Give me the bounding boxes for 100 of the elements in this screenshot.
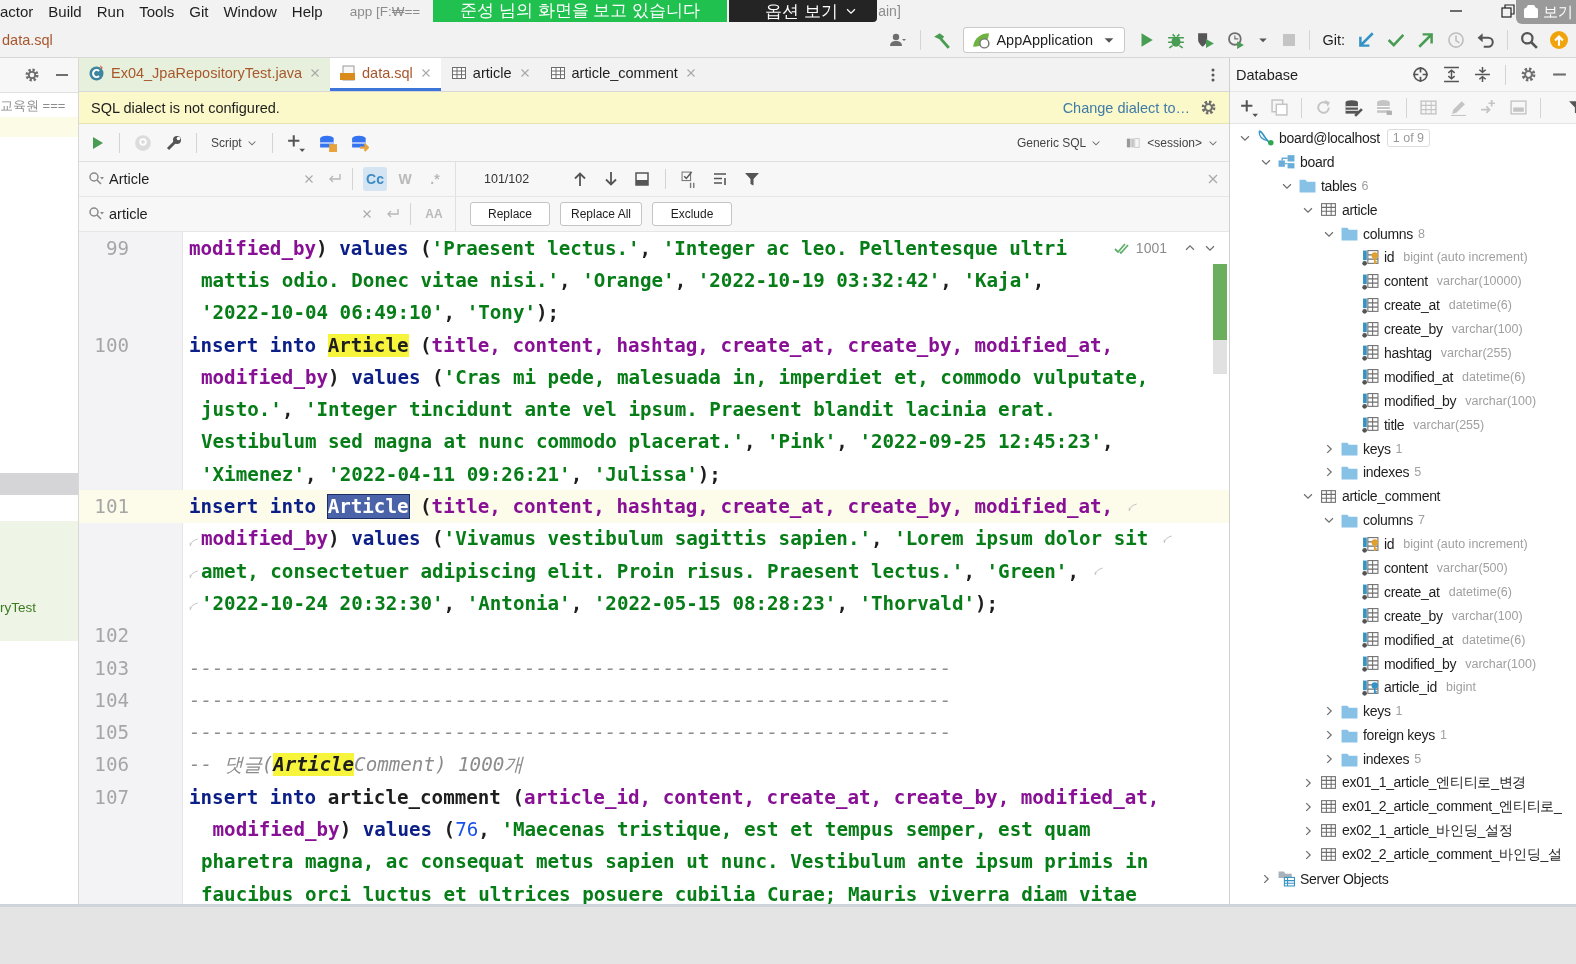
menu-item[interactable]: Help [291, 2, 323, 20]
search-icon[interactable] [87, 206, 105, 222]
add-icon[interactable] [1240, 98, 1258, 117]
build-icon[interactable] [933, 30, 952, 49]
menu-item[interactable]: Build [48, 2, 82, 20]
dialect-dropdown[interactable]: Generic SQL [1016, 135, 1103, 150]
tree-item[interactable]: modified_at [1384, 368, 1454, 385]
tree-item[interactable]: indexes [1363, 464, 1410, 481]
menu-item[interactable]: Git [189, 2, 209, 20]
code-line: -- 댓글(ArticleComment) 1000개 [189, 751, 524, 778]
tree-item[interactable]: columns [1363, 512, 1414, 529]
coverage-icon[interactable] [1197, 30, 1216, 49]
tree-item[interactable]: article_comment [1342, 488, 1441, 505]
replace-button[interactable]: Replace [470, 202, 550, 226]
scrollbar-thumb[interactable] [1213, 340, 1227, 374]
expand-all-icon[interactable] [1443, 66, 1460, 83]
update-arrow-icon[interactable] [1357, 30, 1375, 49]
search-icon[interactable] [87, 171, 105, 187]
tree-item[interactable]: modified_at [1384, 631, 1454, 648]
tree-item[interactable]: create_at [1384, 297, 1440, 314]
item-count: 8 [1418, 226, 1425, 241]
replace-field[interactable]: article [109, 206, 259, 222]
tree-item[interactable]: title [1384, 416, 1405, 433]
rollback-icon[interactable] [1477, 30, 1495, 49]
tree-item[interactable]: keys [1363, 440, 1391, 457]
tree-item[interactable]: keys [1363, 703, 1391, 720]
view-options-button[interactable]: 옵션 보기 [729, 0, 878, 22]
tree-item[interactable]: create_by [1384, 607, 1443, 624]
tree-item[interactable]: ex02_1_article_바인딩_설정 [1342, 821, 1513, 840]
tree-item[interactable]: foreign keys [1363, 727, 1435, 744]
column-icon [1362, 655, 1379, 673]
window-title: app [F:₩== [349, 3, 421, 19]
tree-item[interactable]: ex01_2_article_comment_엔티티로_ [1342, 797, 1562, 816]
breadcrumb[interactable]: data.sql [2, 31, 53, 48]
settings-icon[interactable] [24, 67, 40, 83]
editor-tab[interactable]: data.sql [330, 58, 441, 91]
editor-tab[interactable]: article_comment [539, 58, 706, 91]
collapse-all-icon[interactable] [1474, 66, 1491, 83]
editor-tab[interactable]: article [440, 58, 540, 91]
tree-item[interactable]: content [1384, 273, 1428, 290]
change-dialect-link[interactable]: Change dialect to… [1062, 99, 1190, 116]
user-icon[interactable] [888, 31, 909, 48]
add-icon[interactable] [286, 133, 305, 152]
window-title: ain] [878, 3, 901, 19]
item-count: 5 [1414, 752, 1422, 767]
tree-item[interactable]: id [1384, 249, 1395, 266]
profiler-icon[interactable] [1227, 30, 1246, 49]
tree-item[interactable]: 교육원 === [0, 95, 78, 117]
select-all-icon[interactable] [634, 171, 651, 187]
code-line: justo.', 'Integer tincidunt ante vel ipsum. Praesent blandit lacinia erat. [201, 398, 1056, 422]
menu-item[interactable]: Tools [139, 2, 175, 20]
tree-item[interactable]: hashtag [1384, 344, 1432, 361]
database-icon[interactable] [318, 133, 337, 152]
item-count: 6 [1361, 178, 1369, 193]
database-icon[interactable] [350, 133, 369, 152]
tree-item[interactable]: modified_by [1384, 392, 1457, 409]
folder-icon [1341, 440, 1358, 457]
menu-item[interactable]: actor [0, 2, 34, 20]
search-icon[interactable] [1520, 30, 1538, 49]
push-arrow-icon[interactable] [1417, 30, 1435, 49]
settings-icon[interactable] [1520, 66, 1537, 83]
database-settings-icon[interactable] [1345, 98, 1363, 117]
camera-icon [1522, 4, 1540, 20]
connection-icon [1257, 129, 1274, 147]
replace-button[interactable]: Exclude [652, 202, 733, 226]
tree-item[interactable]: article_id [1384, 679, 1438, 696]
tree-item[interactable]: Server Objects [1300, 870, 1389, 887]
tree-item[interactable]: indexes [1363, 751, 1410, 768]
table-icon [549, 65, 566, 81]
editor-tab[interactable]: Ex04_JpaRepositoryTest.java [79, 58, 331, 91]
tree-item[interactable]: ryTest [0, 600, 36, 615]
search-field[interactable]: Article [109, 171, 259, 187]
tree-item[interactable]: tables [1321, 177, 1357, 194]
run-configuration-dropdown[interactable]: AppApplication [963, 26, 1126, 53]
filter-icon[interactable] [744, 171, 761, 187]
tree-item[interactable]: columns [1363, 225, 1414, 242]
locate-icon[interactable] [1412, 66, 1429, 83]
tree-item[interactable]: create_by [1384, 321, 1443, 338]
tree-item[interactable]: board@localhost [1279, 129, 1380, 146]
session-dropdown[interactable]: <session> [1124, 135, 1219, 150]
script-dropdown[interactable]: Script [211, 135, 258, 150]
settings-icon[interactable] [1200, 99, 1217, 116]
tree-item[interactable]: modified_by [1384, 655, 1457, 672]
tree-item[interactable]: board [1300, 153, 1335, 170]
menu-item[interactable]: Run [96, 2, 125, 20]
replace-button[interactable]: Replace All [560, 202, 643, 226]
column-type: datetime(6) [1462, 632, 1526, 647]
tree-item[interactable]: article [1342, 201, 1378, 218]
tree-item[interactable]: create_at [1384, 583, 1440, 600]
tree-item[interactable]: id [1384, 536, 1395, 553]
code-editor[interactable] [79, 232, 1229, 904]
tree-item[interactable]: ex01_1_article_엔티티로_변경 [1342, 774, 1527, 792]
column-icon [1362, 607, 1379, 625]
wrench-icon[interactable] [166, 134, 182, 151]
menu-item[interactable]: Window [223, 2, 277, 20]
column-icon [1362, 272, 1379, 290]
line-number: 99 [104, 236, 129, 260]
restore-icon[interactable] [1500, 3, 1516, 19]
tree-item[interactable]: ex02_2_article_comment_바인딩_설 [1342, 845, 1562, 864]
tree-item[interactable]: content [1384, 559, 1428, 576]
